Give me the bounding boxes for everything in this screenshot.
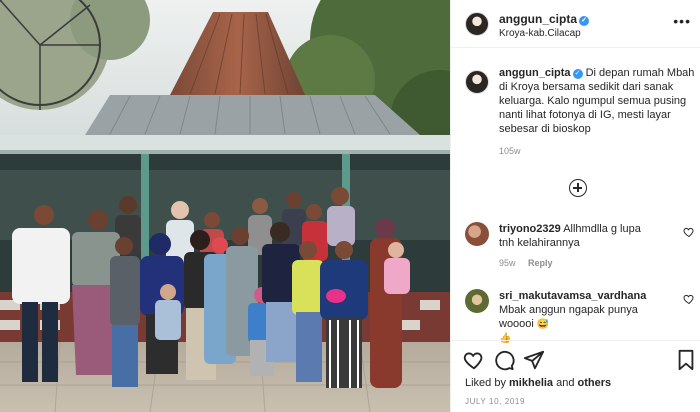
liked-by-summary: Liked by mikhelia and others: [465, 377, 611, 389]
comment-icon[interactable]: [493, 349, 515, 371]
verified-badge-icon: ✓: [579, 16, 590, 26]
family-photo-illustration: [0, 0, 450, 412]
post-date[interactable]: JULY 10, 2019: [465, 397, 525, 406]
reply-button[interactable]: Reply: [528, 258, 553, 268]
comment-like-heart-icon[interactable]: [683, 226, 695, 238]
post-sidebar: anggun_cipta ✓ Kroya-kab.Cilacap ••• angg…: [450, 0, 700, 412]
commenter-avatar[interactable]: [465, 289, 489, 313]
post-location[interactable]: Kroya-kab.Cilacap: [499, 28, 581, 39]
comment-like-heart-icon[interactable]: [683, 293, 695, 305]
comment-body: triyono2329 Allhmdlla g lupa tnh kelahir…: [499, 222, 675, 250]
comment-text: Allhmdlla g lupa: [563, 223, 641, 235]
liked-by-and: and: [553, 377, 578, 389]
commenter-avatar[interactable]: [465, 222, 489, 246]
caption-author-avatar[interactable]: [465, 70, 489, 94]
caption-username[interactable]: anggun_cipta: [499, 67, 571, 79]
comment-text: Mbak anggun ngapak punya wooooi: [499, 304, 638, 330]
author-username[interactable]: anggun_cipta ✓: [499, 12, 590, 26]
sweat-smile-emoji: 😅: [536, 319, 550, 330]
liked-by-user-link[interactable]: mikhelia: [509, 377, 553, 389]
more-options-icon[interactable]: •••: [673, 13, 691, 29]
comment-meta: 95w Reply: [499, 258, 697, 268]
author-username-text[interactable]: anggun_cipta: [499, 12, 577, 26]
post-header: anggun_cipta ✓ Kroya-kab.Cilacap •••: [451, 0, 700, 48]
comment-body: sri_makutavamsa_vardhana Mbak anggun nga…: [499, 289, 675, 345]
bookmark-icon[interactable]: [675, 349, 697, 371]
liked-by-others-link[interactable]: others: [578, 377, 612, 389]
author-avatar[interactable]: [465, 12, 489, 36]
verified-badge-icon: ✓: [572, 69, 583, 79]
liked-by-prefix: Liked by: [465, 377, 510, 389]
post-photo[interactable]: [0, 0, 450, 412]
post-caption: anggun_cipta ✓ Di depan rumah Mbah di Kro…: [465, 66, 695, 156]
commenter-username[interactable]: triyono2329: [499, 223, 561, 235]
caption-text-block: anggun_cipta ✓ Di depan rumah Mbah di Kro…: [499, 66, 695, 136]
comment-item: triyono2329 Allhmdlla g lupa tnh kelahir…: [465, 222, 697, 268]
post-actions: Liked by mikhelia and others JULY 10, 20…: [451, 340, 700, 412]
comment-text-continued: tnh kelahirannya: [499, 237, 580, 249]
comment-timestamp[interactable]: 95w: [499, 258, 516, 268]
heart-icon[interactable]: [463, 349, 485, 371]
load-more-comments-plus-circle-icon[interactable]: [569, 179, 587, 197]
share-icon[interactable]: [523, 349, 545, 371]
commenter-username[interactable]: sri_makutavamsa_vardhana: [499, 290, 646, 302]
caption-timestamp[interactable]: 105w: [499, 146, 695, 156]
comment-item: sri_makutavamsa_vardhana Mbak anggun nga…: [465, 289, 697, 345]
